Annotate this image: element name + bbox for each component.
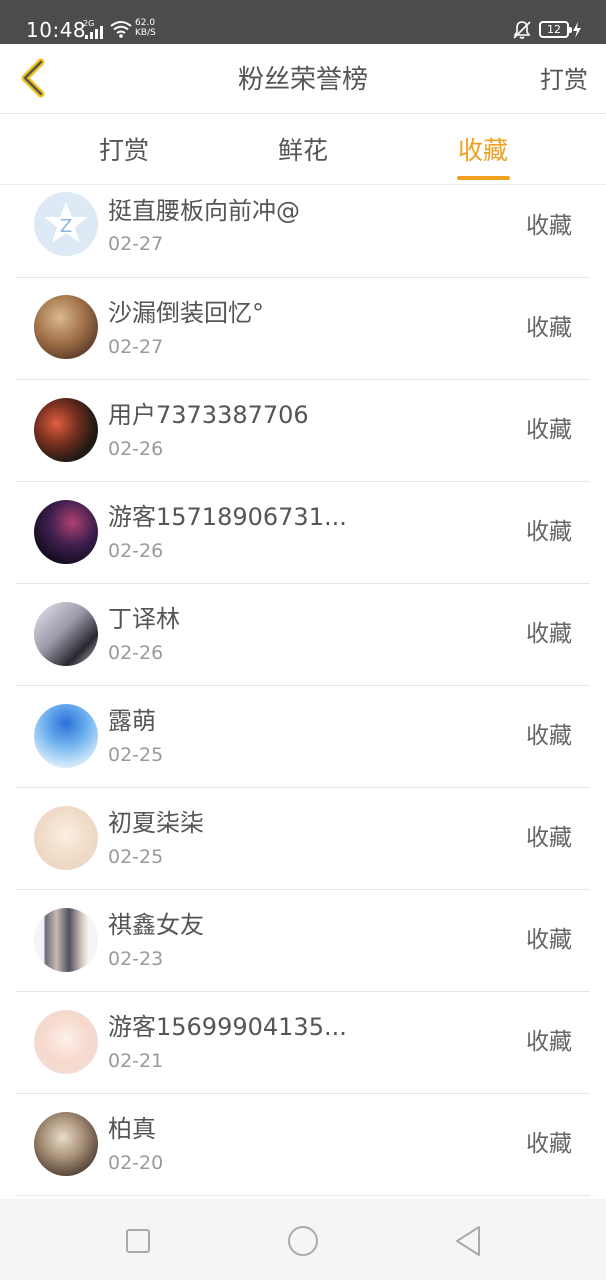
tab-reward[interactable]: 打赏 <box>99 135 149 167</box>
list-item[interactable]: 游客15718906731... 02-26 收藏 <box>16 482 590 584</box>
user-name: 柏真 <box>108 1115 156 1143</box>
favorite-type: 收藏 <box>526 825 572 851</box>
favorite-type: 收藏 <box>526 723 572 749</box>
list-item[interactable]: Z 挺直腰板向前冲@ 02-27 收藏 <box>16 176 590 278</box>
system-nav-bar <box>0 1199 606 1280</box>
favorite-date: 02-27 <box>108 233 164 255</box>
back-triangle-icon[interactable] <box>448 1221 488 1261</box>
status-bar: 10:48 2G 62.0 KB/S 12 <box>0 0 606 44</box>
favorite-type: 收藏 <box>526 927 572 953</box>
favorite-type: 收藏 <box>526 621 572 647</box>
user-name: 露萌 <box>108 707 156 735</box>
svg-text:Z: Z <box>60 216 72 237</box>
speed-value: 62.0 <box>135 18 156 28</box>
favorite-date: 02-25 <box>108 744 164 766</box>
photo-avatar <box>34 398 98 462</box>
user-name: 游客15718906731... <box>108 503 347 531</box>
favorite-type: 收藏 <box>526 417 572 443</box>
user-name: 游客15699904135... <box>108 1013 347 1041</box>
tab-bar: 打赏 鲜花 收藏 <box>0 115 606 185</box>
page-title: 粉丝荣誉榜 <box>237 65 368 95</box>
favorite-date: 02-26 <box>108 438 164 460</box>
tab-flowers[interactable]: 鲜花 <box>278 135 328 167</box>
favorite-type: 收藏 <box>526 1029 572 1055</box>
list-item[interactable]: 祺鑫女友 02-23 收藏 <box>16 890 590 992</box>
default-z-avatar: Z <box>34 192 98 256</box>
list-item[interactable]: 柏真 02-20 收藏 <box>16 1094 590 1196</box>
signal-icon: 2G <box>83 19 105 39</box>
anime-avatar <box>34 806 98 870</box>
favorite-date: 02-27 <box>108 336 164 358</box>
favorite-type: 收藏 <box>526 315 572 341</box>
status-time: 10:48 <box>26 18 87 42</box>
user-name: 挺直腰板向前冲@ <box>108 197 300 225</box>
user-name: 丁译林 <box>108 605 180 633</box>
user-name: 沙漏倒装回忆° <box>108 299 264 327</box>
network-speed: 62.0 KB/S <box>135 18 156 38</box>
favorite-date: 02-23 <box>108 948 164 970</box>
tab-favorites[interactable]: 收藏 <box>458 135 508 167</box>
anime-avatar <box>34 1010 98 1074</box>
photo-avatar <box>34 908 98 972</box>
photo-avatar <box>34 602 98 666</box>
list-item[interactable]: 露萌 02-25 收藏 <box>16 686 590 788</box>
list-item[interactable]: 游客15699904135... 02-21 收藏 <box>16 992 590 1094</box>
photo-avatar <box>34 1112 98 1176</box>
favorite-type: 收藏 <box>526 1131 572 1157</box>
recents-square-icon[interactable] <box>118 1221 158 1261</box>
favorite-date: 02-20 <box>108 1152 164 1174</box>
charging-bolt-icon <box>573 22 581 38</box>
favorite-type: 收藏 <box>526 213 572 239</box>
battery-icon: 12 <box>539 21 572 38</box>
list-item[interactable]: 初夏柒柒 02-25 收藏 <box>16 788 590 890</box>
photo-avatar <box>34 295 98 359</box>
mute-bell-icon <box>513 21 531 39</box>
favorite-date: 02-26 <box>108 642 164 664</box>
anime-avatar <box>34 704 98 768</box>
list-item[interactable]: 丁译林 02-26 收藏 <box>16 584 590 686</box>
list-item[interactable]: 沙漏倒装回忆° 02-27 收藏 <box>16 278 590 380</box>
reward-action-button[interactable]: 打赏 <box>540 64 588 96</box>
wifi-icon <box>110 21 132 38</box>
user-name: 用户7373387706 <box>108 401 309 429</box>
favorite-date: 02-25 <box>108 846 164 868</box>
list-item[interactable]: 用户7373387706 02-26 收藏 <box>16 380 590 482</box>
header: 粉丝荣誉榜 打赏 <box>0 44 606 114</box>
favorite-date: 02-21 <box>108 1050 164 1072</box>
galaxy-avatar <box>34 500 98 564</box>
home-circle-icon[interactable] <box>283 1221 323 1261</box>
user-name: 初夏柒柒 <box>108 809 204 837</box>
favorite-date: 02-26 <box>108 540 164 562</box>
speed-unit: KB/S <box>135 28 156 38</box>
favorite-type: 收藏 <box>526 519 572 545</box>
user-name: 祺鑫女友 <box>108 911 204 939</box>
